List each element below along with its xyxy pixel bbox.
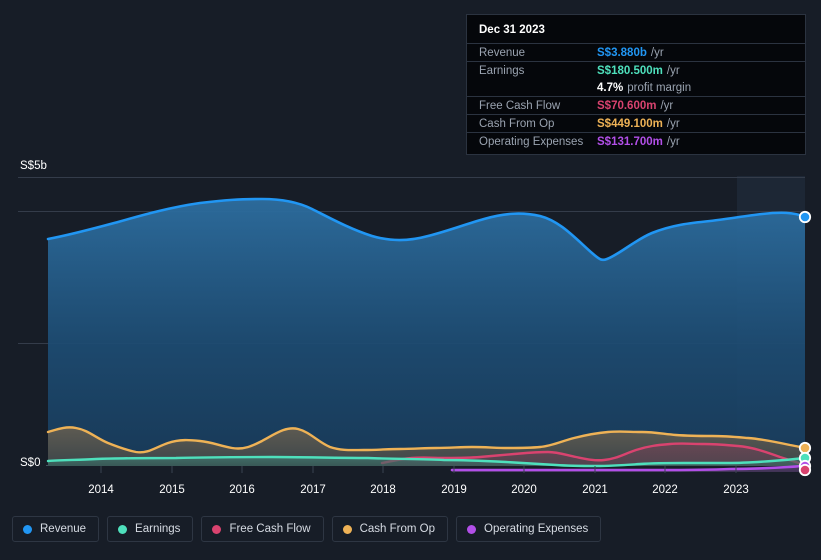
tooltip-row-value: S$449.100m [597, 118, 663, 130]
tooltip-row-value: S$3.880b [597, 47, 647, 59]
chart-legend[interactable]: Revenue Earnings Free Cash Flow Cash From O… [12, 516, 601, 542]
data-tooltip: Dec 31 2023 RevenueS$3.880b/yrEarningsS$… [466, 14, 806, 155]
tooltip-row: Free Cash FlowS$70.600m/yr [467, 96, 805, 114]
x-axis-tick-2021: 2021 [582, 484, 608, 496]
legend-item-revenue[interactable]: Revenue [12, 516, 99, 542]
tooltip-row-unit: /yr [667, 65, 680, 77]
x-axis-tick-2016: 2016 [229, 484, 255, 496]
tooltip-row-value: S$180.500m [597, 65, 663, 77]
legend-item-label: Earnings [135, 523, 180, 535]
tooltip-row: 4.7% profit margin [467, 79, 805, 96]
tooltip-row-key: Earnings [479, 65, 597, 77]
tooltip-row-unit: /yr [667, 136, 680, 148]
tooltip-rows: RevenueS$3.880b/yrEarningsS$180.500m/yr4… [467, 43, 805, 150]
tooltip-row-unit: /yr [660, 100, 673, 112]
tooltip-row-unit: profit margin [627, 82, 691, 94]
tooltip-row: RevenueS$3.880b/yr [467, 43, 805, 61]
legend-swatch-icon [118, 525, 127, 534]
x-axis-tick-2018: 2018 [370, 484, 396, 496]
x-axis-tick-2015: 2015 [159, 484, 185, 496]
tooltip-row: Cash From OpS$449.100m/yr [467, 114, 805, 132]
y-axis-top-label: S$5b [10, 159, 53, 173]
tooltip-row-value: S$70.600m [597, 100, 656, 112]
legend-item-cash-from-op[interactable]: Cash From Op [332, 516, 448, 542]
tooltip-row-key: Cash From Op [479, 118, 597, 130]
legend-item-label: Revenue [40, 523, 86, 535]
tooltip-row-unit: /yr [667, 118, 680, 130]
x-axis-tick-2019: 2019 [441, 484, 467, 496]
tooltip-row: EarningsS$180.500m/yr [467, 61, 805, 79]
x-axis-tick-2020: 2020 [511, 484, 537, 496]
legend-swatch-icon [212, 525, 221, 534]
financial-chart-widget: S$5b S$0 2014 2015 2016 2017 2018 2019 2020 202… [0, 0, 821, 560]
legend-item-operating-expenses[interactable]: Operating Expenses [456, 516, 601, 542]
y-axis-zero-label: S$0 [10, 456, 46, 470]
legend-item-label: Free Cash Flow [229, 523, 310, 535]
legend-swatch-icon [23, 525, 32, 534]
free-cash-flow-endpoint-marker [800, 465, 810, 475]
revenue-endpoint-marker [800, 212, 810, 222]
x-axis-tick-2014: 2014 [88, 484, 114, 496]
legend-item-earnings[interactable]: Earnings [107, 516, 193, 542]
tooltip-row-value: S$131.700m [597, 136, 663, 148]
tooltip-row-unit: /yr [651, 47, 664, 59]
x-axis-tick-2022: 2022 [652, 484, 678, 496]
tooltip-row-key: Revenue [479, 47, 597, 59]
x-axis-tick-2017: 2017 [300, 484, 326, 496]
tooltip-row-value: 4.7% [597, 82, 623, 94]
cash-from-op-endpoint-marker [800, 443, 810, 453]
tooltip-date: Dec 31 2023 [467, 23, 805, 43]
revenue-area [48, 199, 805, 466]
legend-item-label: Cash From Op [360, 523, 435, 535]
legend-item-label: Operating Expenses [484, 523, 588, 535]
legend-swatch-icon [343, 525, 352, 534]
x-axis-tick-2023: 2023 [723, 484, 749, 496]
legend-swatch-icon [467, 525, 476, 534]
legend-item-free-cash-flow[interactable]: Free Cash Flow [201, 516, 323, 542]
tooltip-row-key: Free Cash Flow [479, 100, 597, 112]
tooltip-row-key: Operating Expenses [479, 136, 597, 148]
tooltip-row: Operating ExpensesS$131.700m/yr [467, 132, 805, 150]
